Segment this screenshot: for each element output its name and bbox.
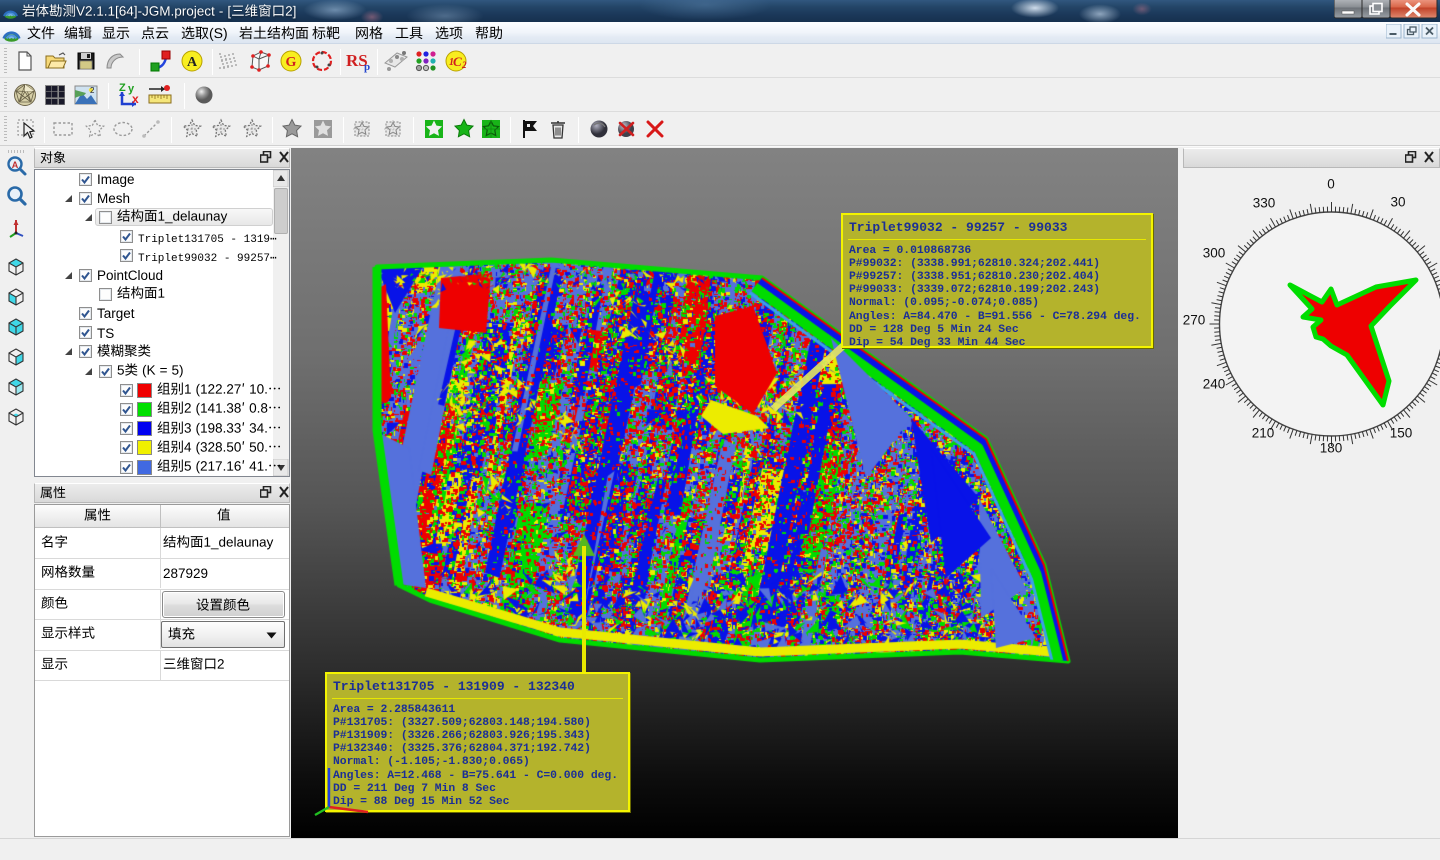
svg-text:C: C xyxy=(453,54,462,69)
svg-text:2: 2 xyxy=(461,60,467,70)
svg-text:300: 300 xyxy=(1203,246,1226,261)
svg-text:330: 330 xyxy=(1253,196,1276,211)
svg-text:x: x xyxy=(132,92,139,106)
svg-text:A: A xyxy=(187,55,198,70)
svg-text:2: 2 xyxy=(90,86,95,95)
svg-text:210: 210 xyxy=(1252,426,1275,441)
svg-text:180: 180 xyxy=(1320,441,1343,456)
svg-text:G: G xyxy=(286,55,297,70)
svg-text:150: 150 xyxy=(1390,426,1413,441)
svg-text:270: 270 xyxy=(1183,313,1205,328)
svg-text:p: p xyxy=(364,61,370,73)
svg-text:30: 30 xyxy=(1390,195,1405,210)
svg-text:0: 0 xyxy=(1327,177,1335,192)
svg-text:240: 240 xyxy=(1203,377,1226,392)
svg-text:A: A xyxy=(12,160,19,170)
